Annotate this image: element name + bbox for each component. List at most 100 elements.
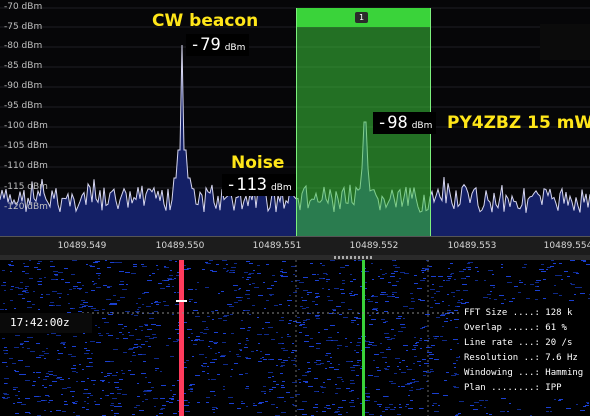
waterfall-speckle (310, 338, 313, 339)
waterfall-speckle (269, 389, 273, 390)
waterfall-speckle (223, 316, 227, 317)
waterfall-speckle (240, 350, 242, 351)
waterfall-speckle (303, 327, 307, 328)
waterfall-speckle (170, 270, 172, 271)
waterfall-speckle (202, 321, 206, 322)
waterfall-speckle (390, 409, 395, 410)
waterfall-speckle (320, 363, 324, 364)
waterfall-speckle (234, 290, 237, 291)
waterfall-speckle (195, 316, 200, 317)
waterfall-speckle (258, 361, 262, 362)
filter-band-handle[interactable]: 1 (297, 8, 430, 27)
waterfall-speckle (122, 328, 124, 329)
waterfall-speckle (260, 358, 262, 359)
waterfall-speckle (448, 305, 450, 306)
waterfall-speckle (238, 343, 241, 344)
waterfall-speckle (408, 408, 413, 409)
waterfall-speckle (72, 396, 74, 397)
waterfall-speckle (420, 280, 425, 281)
waterfall-speckle (215, 353, 217, 354)
waterfall-speckle (39, 355, 44, 356)
waterfall-speckle (368, 344, 372, 345)
waterfall-speckle (434, 338, 437, 339)
waterfall-speckle (351, 400, 354, 401)
frequency-axis[interactable]: 10489.549 10489.550 10489.551 10489.552 … (0, 236, 590, 256)
waterfall-speckle (44, 277, 46, 278)
waterfall-speckle (423, 278, 426, 279)
waterfall-speckle (396, 281, 399, 282)
waterfall-speckle (385, 321, 388, 322)
waterfall-speckle (484, 407, 486, 408)
waterfall-speckle (117, 300, 120, 301)
waterfall-speckle (145, 325, 148, 326)
waterfall-speckle (25, 273, 29, 274)
waterfall-speckle (104, 322, 109, 323)
waterfall-speckle (3, 350, 6, 351)
waterfall-speckle (190, 388, 193, 389)
waterfall-speckle (227, 270, 229, 271)
waterfall-speckle (108, 382, 110, 383)
waterfall-speckle (68, 378, 70, 379)
waterfall-speckle (190, 391, 193, 392)
waterfall-speckle (231, 369, 233, 370)
waterfall-speckle (381, 292, 386, 293)
waterfall-speckle (257, 412, 262, 413)
waterfall-speckle (117, 393, 121, 394)
waterfall-speckle (342, 280, 345, 281)
waterfall-speckle (115, 387, 119, 388)
waterfall-speckle (437, 393, 439, 394)
waterfall-speckle (27, 301, 31, 302)
waterfall-speckle (301, 297, 303, 298)
waterfall-speckle (118, 403, 121, 404)
waterfall-speckle (535, 282, 539, 283)
waterfall-speckle (4, 347, 7, 348)
waterfall-speckle (337, 332, 339, 333)
waterfall-speckle (252, 305, 255, 306)
waterfall-speckle (547, 267, 551, 268)
waterfall-speckle (132, 414, 135, 415)
waterfall-speckle (331, 340, 333, 341)
waterfall-speckle (96, 287, 101, 288)
waterfall-speckle (9, 265, 14, 266)
waterfall-speckle (368, 301, 373, 302)
waterfall-speckle (360, 403, 362, 404)
waterfall-speckle (346, 361, 351, 362)
waterfall-speckle (87, 397, 89, 398)
waterfall-speckle (351, 322, 354, 323)
waterfall-speckle (341, 379, 343, 380)
waterfall-speckle (160, 409, 163, 410)
waterfall-speckle (123, 352, 127, 353)
waterfall-speckle (455, 327, 458, 328)
waterfall-speckle (85, 292, 88, 293)
waterfall-speckle (398, 331, 403, 332)
waterfall-speckle (346, 412, 348, 413)
waterfall-speckle (315, 293, 319, 294)
waterfall-speckle (326, 353, 331, 354)
waterfall-speckle (121, 370, 123, 371)
spectrum-display[interactable]: -70 dBm -75 dBm -80 dBm -85 dBm -90 dBm … (0, 0, 590, 236)
waterfall-speckle (117, 262, 122, 263)
waterfall-speckle (34, 267, 38, 268)
splitter-grip-icon[interactable] (334, 256, 374, 259)
waterfall-speckle (94, 310, 99, 311)
waterfall-speckle (372, 279, 374, 280)
waterfall-speckle (113, 349, 118, 350)
waterfall-speckle (326, 405, 330, 406)
waterfall-speckle (217, 374, 220, 375)
waterfall-display[interactable]: 17:42:00z FFT Size ....: 128 k Overlap .… (0, 260, 590, 416)
waterfall-speckle (60, 343, 65, 344)
waterfall-speckle (262, 357, 264, 358)
waterfall-speckle (442, 301, 444, 302)
waterfall-speckle (388, 347, 390, 348)
waterfall-speckle (558, 400, 561, 401)
waterfall-speckle (299, 332, 302, 333)
waterfall-speckle (218, 352, 220, 353)
waterfall-speckle (371, 319, 376, 320)
waterfall-speckle (385, 409, 388, 410)
waterfall-speckle (119, 332, 122, 333)
waterfall-speckle (323, 278, 325, 279)
waterfall-speckle (111, 403, 114, 404)
waterfall-speckle (345, 338, 347, 339)
waterfall-speckle (249, 273, 254, 274)
waterfall-speckle (373, 360, 375, 361)
